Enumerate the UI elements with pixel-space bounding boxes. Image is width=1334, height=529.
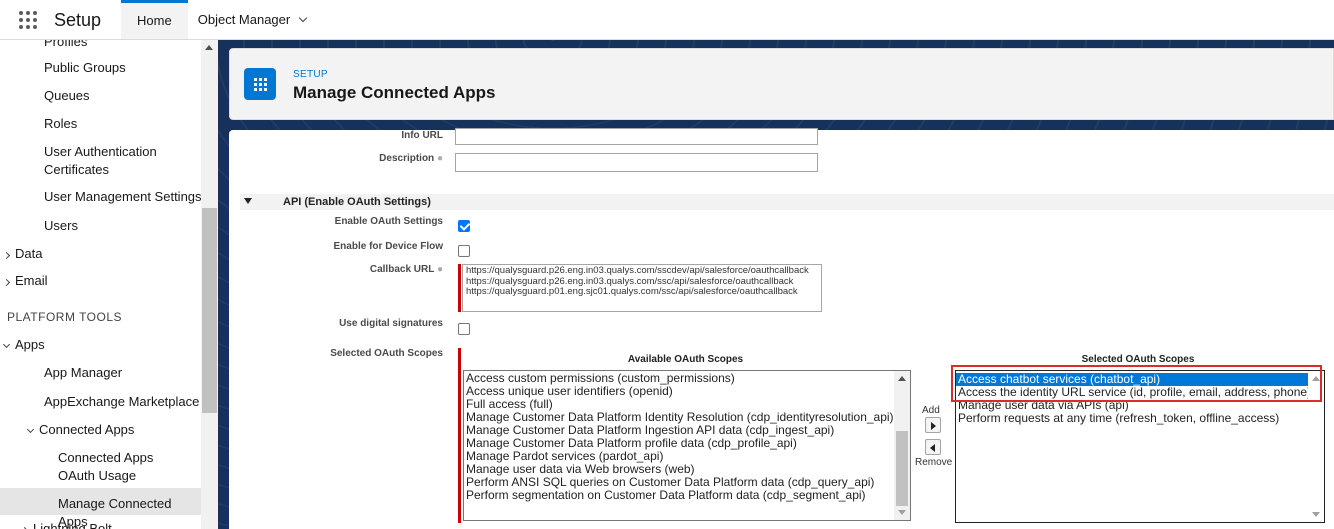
enable-oauth-checkbox[interactable] — [458, 220, 470, 232]
sidebar-item-app-manager[interactable]: App Manager — [44, 364, 122, 382]
sidebar-item-lightning-bolt-label: Lightning Bolt — [33, 521, 112, 529]
sidebar-item-user-authentication-certificates[interactable]: User Authentication Certificates — [44, 143, 194, 179]
arrow-left-icon — [930, 444, 935, 452]
sidebar-item-lightning-bolt[interactable]: Lightning Bolt — [20, 520, 112, 529]
enable-oauth-label: Enable OAuth Settings — [334, 216, 443, 227]
available-scroll-thumb[interactable] — [896, 431, 908, 506]
sidebar-item-email-label: Email — [15, 273, 48, 288]
sidebar-item-appexchange-marketplace[interactable]: AppExchange Marketplace — [44, 393, 199, 411]
sidebar-scrollbar[interactable] — [201, 40, 218, 529]
selected-scopes-header: Selected OAuth Scopes — [1081, 354, 1195, 365]
global-header: Setup Home Object Manager — [0, 0, 1334, 40]
device-flow-label: Enable for Device Flow — [333, 241, 443, 252]
app-launcher-icon — [19, 10, 37, 29]
oauth-section-header[interactable]: API (Enable OAuth Settings) — [240, 194, 1334, 210]
grid-icon — [244, 68, 276, 100]
required-indicator — [458, 348, 461, 523]
info-url-field[interactable] — [455, 128, 818, 145]
callback-url-label: Callback URL ● — [289, 264, 443, 275]
sidebar-item-email[interactable]: Email — [2, 272, 48, 290]
add-scope-button[interactable] — [925, 417, 941, 433]
arrow-right-icon — [931, 422, 936, 430]
sidebar-item-roles[interactable]: Roles — [44, 115, 77, 133]
sidebar-scroll-thumb[interactable] — [202, 208, 217, 413]
available-scopes-list[interactable]: Access custom permissions (custom_permis… — [463, 370, 911, 521]
oauth-section-title: API (Enable OAuth Settings) — [283, 196, 431, 208]
sidebar-item-data-label: Data — [15, 246, 43, 261]
available-scopes-options: Access custom permissions (custom_permis… — [464, 371, 910, 502]
sidebar-item-connected-apps[interactable]: Connected Apps — [26, 421, 135, 439]
description-label-text: Description — [379, 153, 435, 164]
device-flow-checkbox[interactable] — [458, 245, 470, 257]
setup-sidebar: Profiles Public Groups Queues Roles User… — [0, 40, 218, 529]
sidebar-item-user-management-settings[interactable]: User Management Settings — [44, 188, 202, 206]
tab-home-label: Home — [137, 13, 172, 28]
add-label: Add — [922, 405, 940, 416]
scroll-up-icon[interactable] — [205, 45, 213, 50]
available-scopes-header: Available OAuth Scopes — [627, 354, 744, 365]
selected-scope-option[interactable]: Perform requests at any time (refresh_to… — [956, 412, 1324, 425]
sidebar-item-users[interactable]: Users — [44, 217, 78, 235]
scroll-down-icon[interactable] — [898, 510, 906, 515]
page-header: SETUP Manage Connected Apps — [229, 48, 1334, 120]
available-scopes-scrollbar[interactable] — [894, 371, 910, 520]
annotation-highlight-box — [951, 365, 1322, 402]
sidebar-item-connected-apps-oauth-usage[interactable]: Connected Apps OAuth Usage — [58, 449, 188, 485]
main-content: SETUP Manage Connected Apps Info URL Des… — [218, 40, 1334, 529]
chevron-down-icon[interactable] — [298, 13, 308, 22]
sidebar-item-data[interactable]: Data — [2, 245, 43, 263]
tab-home[interactable]: Home — [121, 0, 188, 39]
description-field[interactable] — [455, 153, 818, 172]
digital-signatures-label: Use digital signatures — [339, 318, 443, 329]
help-icon[interactable]: ● — [437, 153, 443, 164]
sidebar-item-queues[interactable]: Queues — [44, 87, 90, 105]
section-platform-tools: PLATFORM TOOLS — [7, 310, 123, 324]
sidebar-item-apps-label: Apps — [15, 337, 45, 352]
callback-url-label-text: Callback URL — [369, 264, 435, 275]
digital-signatures-checkbox[interactable] — [458, 323, 470, 335]
scroll-up-icon[interactable] — [898, 376, 906, 381]
chevron-down-icon — [26, 425, 35, 434]
app-name: Setup — [54, 10, 102, 30]
page-title: Manage Connected Apps — [293, 83, 496, 102]
available-scope-option[interactable]: Perform segmentation on Customer Data Pl… — [464, 489, 910, 502]
scroll-down-icon[interactable] — [1312, 512, 1320, 517]
sidebar-item-profiles[interactable]: Profiles — [44, 40, 87, 51]
chevron-right-icon — [2, 251, 11, 260]
sidebar-item-connected-apps-label: Connected Apps — [39, 422, 135, 437]
required-indicator — [458, 264, 461, 312]
chevron-right-icon — [2, 278, 11, 287]
tab-object-manager-label: Object Manager — [197, 11, 291, 27]
connected-app-form: Info URL Description ● API (Enable OAuth… — [229, 128, 1334, 529]
selected-oauth-scopes-label: Selected OAuth Scopes — [330, 348, 443, 359]
sidebar-item-apps[interactable]: Apps — [2, 336, 45, 354]
tab-object-manager[interactable]: Object Manager — [188, 0, 317, 39]
info-url-label: Info URL — [401, 130, 443, 141]
help-icon[interactable]: ● — [437, 264, 443, 275]
chevron-down-icon — [2, 340, 11, 349]
sidebar-item-public-groups[interactable]: Public Groups — [44, 59, 126, 77]
description-label: Description ● — [329, 153, 443, 164]
callback-url-textarea[interactable]: https://qualysguard.p26.eng.in03.qualys.… — [462, 264, 822, 312]
remove-scope-button[interactable] — [925, 439, 941, 455]
remove-label: Remove — [915, 457, 953, 468]
page-eyebrow: SETUP — [293, 69, 328, 80]
collapse-triangle-icon[interactable] — [244, 198, 252, 204]
sidebar-item-manage-connected-apps[interactable]: Manage Connected Apps — [0, 488, 201, 529]
app-launcher-button[interactable] — [8, 0, 48, 39]
